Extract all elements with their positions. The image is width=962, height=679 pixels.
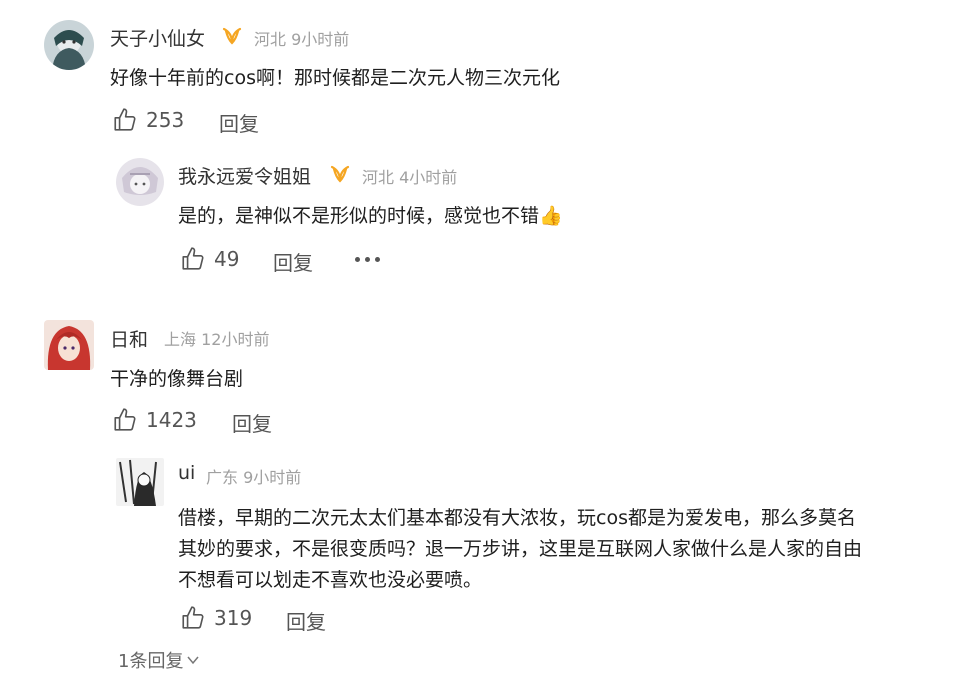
- reply-meta: 广东 9小时前: [206, 464, 301, 488]
- vip-badge-icon: [330, 165, 350, 187]
- reply-time: 9小时前: [243, 468, 302, 487]
- like-count: 1423: [146, 408, 197, 432]
- like-count: 49: [214, 247, 240, 271]
- reply-button[interactable]: 回复: [219, 108, 259, 137]
- reply-button[interactable]: 回复: [286, 606, 326, 635]
- like-count: 319: [214, 606, 253, 630]
- comment-time: 9小时前: [291, 30, 350, 49]
- reply-button[interactable]: 回复: [232, 408, 272, 437]
- comment-location: 上海: [164, 330, 197, 349]
- avatar[interactable]: [116, 158, 164, 206]
- comment-text: 干净的像舞台剧: [110, 368, 244, 390]
- like-button[interactable]: 1423: [112, 407, 197, 433]
- thumbs-up-icon: [182, 247, 204, 270]
- chevron-down-icon: [187, 656, 200, 665]
- like-button[interactable]: 253: [112, 107, 184, 133]
- avatar[interactable]: [116, 458, 164, 506]
- reply-text-line: 不想看可以划走不喜欢也没必要喷。: [178, 569, 483, 591]
- reply-location: 河北: [362, 168, 395, 187]
- reply-text: 借楼，早期的二次元太太们基本都没有大浓妆，玩cos都是为爱发电，那么多莫名 其妙…: [178, 503, 862, 596]
- reply-username[interactable]: 我永远爱令姐姐: [178, 162, 311, 189]
- like-button[interactable]: 49: [180, 246, 239, 272]
- thumbs-up-icon: [114, 408, 136, 431]
- like-button[interactable]: 319: [180, 605, 252, 631]
- reply-text-line: 其妙的要求，不是很变质吗？退一万步讲，这里是互联网人家做什么是人家的自由: [178, 538, 863, 560]
- comment-username[interactable]: 日和: [110, 325, 148, 352]
- reply-button[interactable]: 回复: [273, 247, 313, 276]
- thumbs-up-icon: [182, 606, 204, 629]
- comment-meta: 河北 9小时前: [254, 26, 349, 50]
- avatar[interactable]: [44, 320, 94, 370]
- reply-text-content: 是的，是神似不是形似的时候，感觉也不错: [178, 205, 540, 227]
- comment-location: 河北: [254, 30, 287, 49]
- like-count: 253: [146, 108, 185, 132]
- reply-text-line: 借楼，早期的二次元太太们基本都没有大浓妆，玩cos都是为爱发电，那么多莫名: [178, 507, 856, 529]
- avatar[interactable]: [44, 20, 94, 70]
- reply-time: 4小时前: [399, 168, 458, 187]
- thumbs-up-icon: [114, 108, 136, 131]
- comment-meta: 上海 12小时前: [164, 326, 269, 350]
- more-dots-icon[interactable]: [355, 257, 380, 262]
- reply-location: 广东: [206, 468, 239, 487]
- reply-text: 是的，是神似不是形似的时候，感觉也不错👍: [178, 201, 563, 232]
- comment-time: 12小时前: [201, 330, 270, 349]
- thumbs-up-emoji: 👍: [539, 205, 563, 227]
- comment-text: 好像十年前的cos啊！那时候都是二次元人物三次元化: [110, 67, 560, 89]
- reply-username[interactable]: ui: [178, 462, 195, 484]
- vip-badge-icon: [222, 27, 242, 49]
- reply-meta: 河北 4小时前: [362, 164, 457, 188]
- comment-username[interactable]: 天子小仙女: [110, 24, 205, 51]
- expand-replies-label: 1条回复: [118, 651, 184, 672]
- expand-replies-link[interactable]: 1条回复: [118, 647, 200, 673]
